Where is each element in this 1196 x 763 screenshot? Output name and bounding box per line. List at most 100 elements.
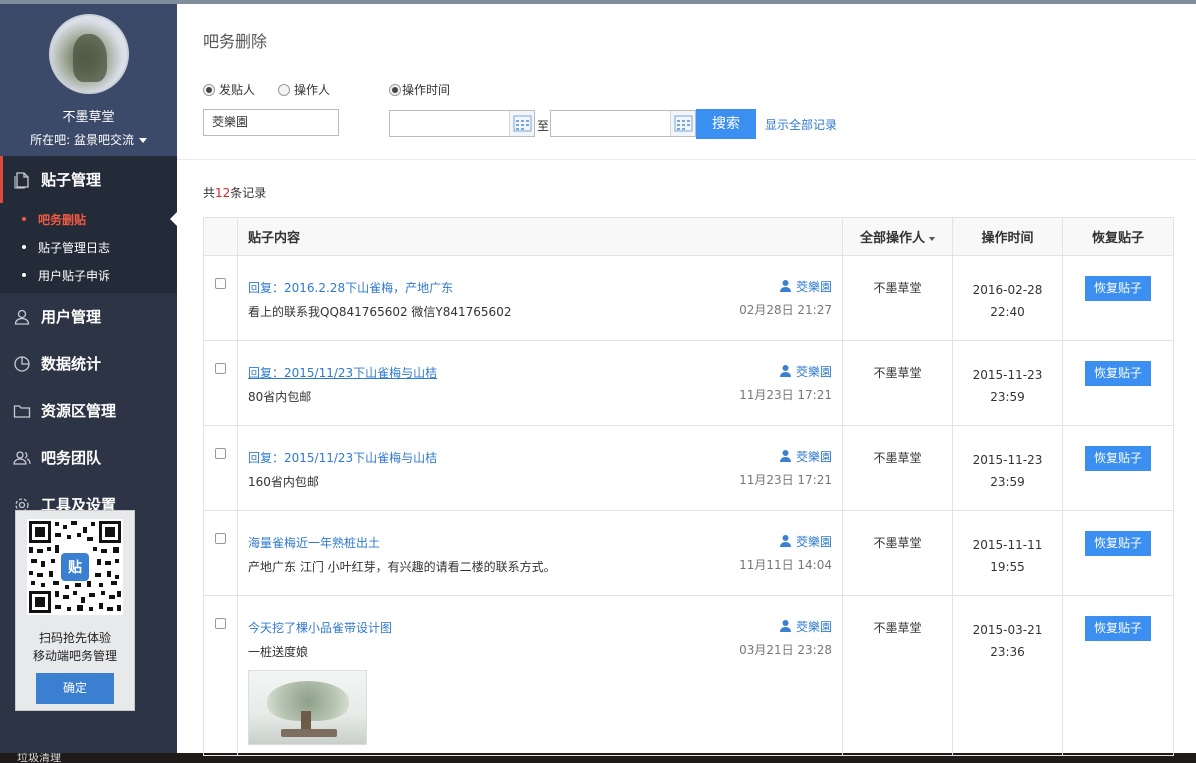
post-title-link[interactable]: 今天挖了棵小品雀带设计图 <box>248 619 832 636</box>
radio-operator[interactable]: 操作人 <box>278 81 330 98</box>
forum-selector[interactable]: 所在吧: 盆景吧交流 <box>0 131 177 148</box>
radio-button[interactable] <box>278 83 290 96</box>
op-time-cell: 2015-11-23 23:59 <box>952 425 1063 511</box>
op-date: 2015-11-23 <box>972 453 1043 467</box>
radio-label: 操作时间 <box>402 83 451 97</box>
table-row: 回复：2015/11/23下山雀梅与山桔 80省内包邮 茭樂園 11月23日 17:2… <box>203 340 1174 426</box>
post-content-cell: 回复：2016.2.28下山雀梅，产地广东 看上的联系我QQ841765602 微… <box>237 255 843 341</box>
header-content: 贴子内容 <box>237 217 843 256</box>
op-date: 2015-11-23 <box>972 368 1043 382</box>
radio-button[interactable] <box>203 83 215 96</box>
sub-item-appeals[interactable]: 用户贴子申诉 <box>0 261 177 289</box>
author-link[interactable]: 茭樂園 <box>779 618 832 635</box>
caret-down-icon <box>138 138 147 143</box>
radio-poster[interactable]: 发贴人 <box>203 81 255 98</box>
forum-name: 盆景吧交流 <box>74 133 135 147</box>
nav-resources[interactable]: 资源区管理 <box>0 387 177 434</box>
author-link[interactable]: 茭樂園 <box>779 363 832 380</box>
post-content-cell: 回复：2015/11/23下山雀梅与山桔 80省内包邮 茭樂園 11月23日 17:2… <box>237 340 843 426</box>
qr-confirm-button[interactable]: 确定 <box>36 673 114 704</box>
post-time: 11月23日 17:21 <box>739 473 832 487</box>
restore-post-button[interactable]: 恢复贴子 <box>1085 616 1151 641</box>
restore-post-button[interactable]: 恢复贴子 <box>1085 531 1151 556</box>
sub-item-delete-posts[interactable]: 吧务删贴 <box>0 205 177 233</box>
pie-chart-icon <box>12 354 32 374</box>
post-title-link[interactable]: 回复：2015/11/23下山雀梅与山桔 <box>248 449 832 466</box>
row-checkbox[interactable] <box>215 363 226 374</box>
author-name: 茭樂園 <box>795 280 832 294</box>
nav-label: 吧务团队 <box>41 449 102 467</box>
profile-panel: 不墨草堂 所在吧: 盆景吧交流 <box>0 4 177 156</box>
author-name: 茭樂園 <box>795 365 832 379</box>
poster-name-input[interactable]: 茭樂園 <box>203 109 339 136</box>
sub-item-post-log[interactable]: 贴子管理日志 <box>0 233 177 261</box>
document-icon <box>12 170 32 190</box>
post-thumbnail[interactable] <box>248 670 367 745</box>
record-count: 共12条记录 <box>203 184 266 201</box>
main-panel: 吧务删除 发贴人 操作人 操作时间 茭樂園 至 搜索 显示全部记录 共12条记录 <box>177 4 1196 756</box>
end-date-input[interactable] <box>550 110 696 137</box>
qr-caption: 扫码抢先体验 移动端吧务管理 <box>16 629 134 665</box>
author-name: 茭樂園 <box>795 450 832 464</box>
operator-cell: 不墨草堂 <box>842 595 953 756</box>
row-checkbox-cell <box>203 425 238 511</box>
op-time-cell: 2015-11-11 19:55 <box>952 510 1063 596</box>
avatar[interactable] <box>48 14 129 94</box>
post-title-link[interactable]: 回复：2015/11/23下山雀梅与山桔 <box>248 364 832 381</box>
table-row: 海量雀梅近一年熟桩出土 产地广东 江门 小叶红芽，有兴趣的请看二楼的联系方式。 茭樂… <box>203 510 1174 596</box>
table-row: 今天挖了棵小品雀带设计图 一桩送度娘 茭樂園 03月21日 23:28 不墨草堂 2015… <box>203 595 1174 756</box>
header-restore: 恢复贴子 <box>1062 217 1174 256</box>
calendar-icon[interactable] <box>670 111 695 136</box>
row-checkbox-cell <box>203 340 238 426</box>
op-time-cell: 2015-11-23 23:59 <box>952 340 1063 426</box>
nav-label: 资源区管理 <box>41 402 117 420</box>
radio-button[interactable] <box>389 83 401 96</box>
op-date: 2016-02-28 <box>972 283 1043 297</box>
header-label: 全部操作人 <box>859 231 925 246</box>
op-clock: 23:59 <box>990 390 1025 404</box>
author-name: 茭樂園 <box>795 535 832 549</box>
operator-cell: 不墨草堂 <box>842 510 953 596</box>
nav-team[interactable]: 吧务团队 <box>0 434 177 481</box>
restore-post-button[interactable]: 恢复贴子 <box>1085 446 1151 471</box>
row-checkbox-cell <box>203 595 238 756</box>
operator-cell: 不墨草堂 <box>842 340 953 426</box>
restore-cell: 恢复贴子 <box>1062 425 1174 511</box>
date-range-separator: 至 <box>537 119 550 133</box>
row-checkbox[interactable] <box>215 448 226 459</box>
nav-user-management[interactable]: 用户管理 <box>0 293 177 340</box>
nav-statistics[interactable]: 数据统计 <box>0 340 177 387</box>
post-content-cell: 海量雀梅近一年熟桩出土 产地广东 江门 小叶红芽，有兴趣的请看二楼的联系方式。 茭樂… <box>237 510 843 596</box>
restore-post-button[interactable]: 恢复贴子 <box>1085 361 1151 386</box>
restore-cell: 恢复贴子 <box>1062 340 1174 426</box>
radio-op-time[interactable]: 操作时间 <box>389 81 450 98</box>
nav-label: 数据统计 <box>41 355 102 373</box>
row-checkbox[interactable] <box>215 618 226 629</box>
show-all-records-link[interactable]: 显示全部记录 <box>765 116 837 133</box>
table-row: 回复：2015/11/23下山雀梅与山桔 160省内包邮 茭樂園 11月23日 17:… <box>203 425 1174 511</box>
caret-down-icon <box>929 236 935 241</box>
post-title-link[interactable]: 回复：2016.2.28下山雀梅，产地广东 <box>248 279 832 296</box>
calendar-icon[interactable] <box>509 111 534 136</box>
search-button[interactable]: 搜索 <box>696 109 756 139</box>
post-time: 02月28日 21:27 <box>739 303 832 317</box>
row-checkbox[interactable] <box>215 278 226 289</box>
author-link[interactable]: 茭樂園 <box>779 533 832 550</box>
nav-label: 用户管理 <box>41 308 102 326</box>
row-checkbox[interactable] <box>215 533 226 544</box>
nav-post-management[interactable]: 贴子管理 <box>0 156 177 203</box>
op-clock: 22:40 <box>990 305 1025 319</box>
header-checkbox-col <box>203 217 238 256</box>
restore-post-button[interactable]: 恢复贴子 <box>1085 276 1151 301</box>
user-icon <box>12 307 32 327</box>
restore-cell: 恢复贴子 <box>1062 595 1174 756</box>
qr-caption-line1: 扫码抢先体验 <box>38 631 111 645</box>
user-icon <box>779 534 792 550</box>
post-title-link[interactable]: 海量雀梅近一年熟桩出土 <box>248 534 832 551</box>
op-time-cell: 2016-02-28 22:40 <box>952 255 1063 341</box>
start-date-input[interactable] <box>389 110 535 137</box>
author-link[interactable]: 茭樂園 <box>779 278 832 295</box>
author-link[interactable]: 茭樂園 <box>779 448 832 465</box>
bullet-icon <box>22 245 26 249</box>
header-all-operators[interactable]: 全部操作人 <box>842 217 953 256</box>
